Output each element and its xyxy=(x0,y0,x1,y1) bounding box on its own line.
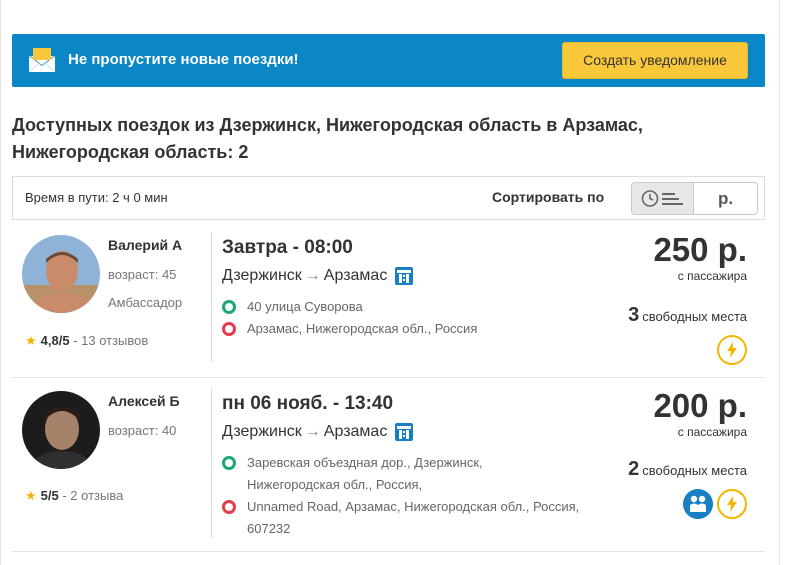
avatar xyxy=(22,391,100,469)
highway-icon xyxy=(395,267,414,285)
route-to: Арзамас xyxy=(323,423,388,440)
driver-name[interactable]: Валерий А xyxy=(108,237,182,253)
rating-value: 5/5 xyxy=(40,488,59,503)
driver-rating: ★ 4,8/5 - 13 отзывов xyxy=(25,333,148,349)
trip-price: 200 р. xyxy=(653,387,747,424)
sort-toggle: р. xyxy=(631,182,758,215)
scroll-gutter xyxy=(780,0,800,565)
reviews-count: - 2 отзыва xyxy=(58,488,124,503)
results-heading: Доступных поездок из Дзержинск, Нижегоро… xyxy=(12,115,643,162)
seats-label: свободных места xyxy=(642,463,747,478)
trip-route: Дзержинск → Арзамас xyxy=(222,267,414,285)
divider xyxy=(211,232,212,362)
route-from: Дзержинск xyxy=(222,267,302,284)
dropoff-point: Арзамас, Нижегородская обл., Россия xyxy=(222,318,552,340)
sort-by-time-button[interactable] xyxy=(632,183,694,214)
driver-age: возраст: 45 xyxy=(108,267,177,282)
trip-time: Завтра - 08:00 xyxy=(222,237,353,258)
travel-time: Время в пути: 2 ч 0 мин xyxy=(25,190,168,205)
driver-age: возраст: 40 xyxy=(108,423,177,438)
page-border-left xyxy=(0,0,1,565)
available-seats: 3 свободных места xyxy=(628,304,747,327)
trip-card[interactable]: Валерий А возраст: 45 Амбассадор ★ 4,8/5 … xyxy=(12,222,765,378)
route-arrow: → xyxy=(304,267,321,284)
dropoff-point: Unnamed Road, Арзамас, Нижегородская обл… xyxy=(222,496,582,540)
seats-count: 3 xyxy=(628,304,640,326)
banner-text: Не пропустите новые поездки! xyxy=(68,51,299,68)
route-to: Арзамас xyxy=(323,267,388,284)
create-alert-button[interactable]: Создать уведомление xyxy=(562,42,748,79)
rating-value: 4,8/5 xyxy=(40,333,70,348)
sort-bar: Время в пути: 2 ч 0 мин Сортировать по р… xyxy=(12,176,765,220)
pickup-dot-icon xyxy=(222,300,236,314)
reviews-count: - 13 отзывов xyxy=(69,333,149,348)
seats-label: свободных места xyxy=(642,309,747,324)
dropoff-dot-icon xyxy=(222,322,236,336)
driver-name[interactable]: Алексей Б xyxy=(108,393,180,409)
route-from: Дзержинск xyxy=(222,423,302,440)
trip-price: 250 р. xyxy=(653,231,747,268)
sort-label: Сортировать по xyxy=(492,189,605,205)
per-passenger-label: с пассажира xyxy=(677,425,747,439)
pickup-dot-icon xyxy=(222,456,236,470)
route-arrow: → xyxy=(304,423,321,440)
trip-time: пн 06 нояб. - 13:40 xyxy=(222,393,394,414)
avatar xyxy=(22,235,100,313)
per-passenger-label: с пассажира xyxy=(677,269,747,283)
star-icon: ★ xyxy=(25,488,37,503)
alert-banner: Не пропустите новые поездки! Создать уве… xyxy=(12,34,765,87)
instant-booking-icon xyxy=(717,489,747,519)
star-icon: ★ xyxy=(25,333,37,348)
pickup-point: Заревская объездная дор., Дзержинск, Ниж… xyxy=(222,452,532,496)
sort-by-price-button[interactable]: р. xyxy=(694,183,757,214)
seats-count: 2 xyxy=(628,458,640,480)
envelope-icon xyxy=(28,48,56,73)
clock-list-icon xyxy=(641,190,683,207)
divider xyxy=(211,388,212,538)
driver-rating: ★ 5/5 - 2 отзыва xyxy=(25,488,123,504)
driver-badge: Амбассадор xyxy=(108,295,183,310)
highway-icon xyxy=(395,423,414,441)
trip-route: Дзержинск → Арзамас xyxy=(222,423,414,441)
available-seats: 2 свободных места xyxy=(628,458,747,481)
max-two-in-back-icon xyxy=(683,489,713,519)
trip-card[interactable]: Алексей Б возраст: 40 ★ 5/5 - 2 отзыва пн… xyxy=(12,378,765,552)
instant-booking-icon xyxy=(717,335,747,365)
dropoff-dot-icon xyxy=(222,500,236,514)
pickup-point: 40 улица Суворова xyxy=(222,296,552,318)
